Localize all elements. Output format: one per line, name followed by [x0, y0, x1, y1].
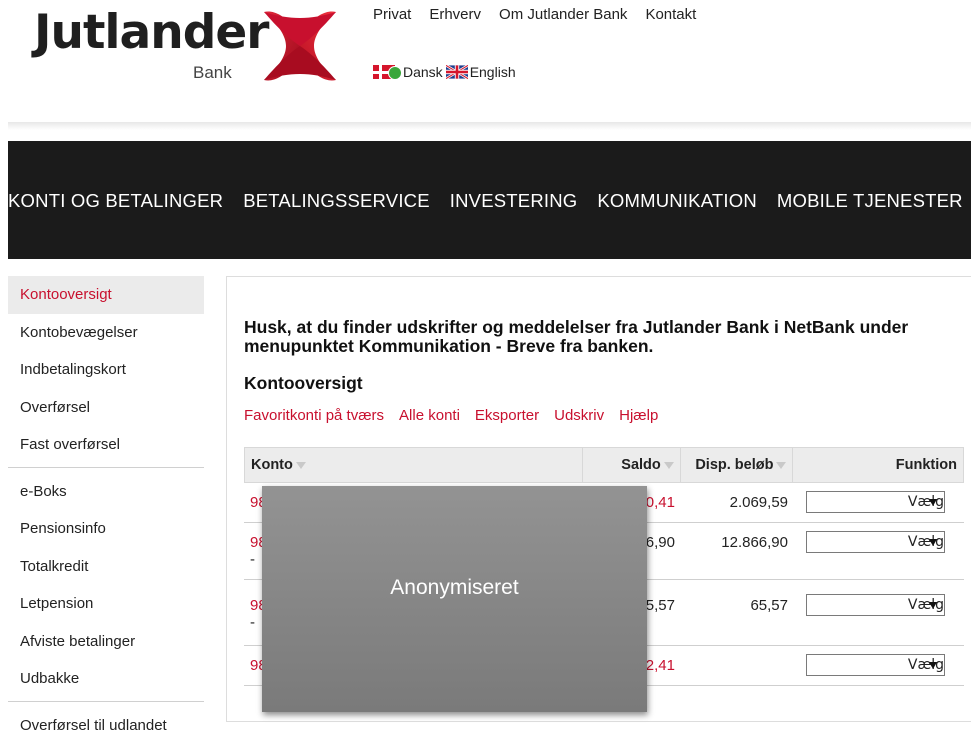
sidebar-item-letpension[interactable]: Letpension [8, 585, 204, 623]
sidebar-item-kontooversigt[interactable]: Kontooversigt [8, 276, 204, 314]
column-header-disp-beloeb[interactable]: Disp. beløb [681, 448, 794, 482]
topnav-privat[interactable]: Privat [373, 6, 411, 23]
notice-text: Husk, at du finder udskrifter og meddele… [244, 317, 909, 356]
sidebar-item-kontobevaegelser[interactable]: Kontobevægelser [8, 314, 204, 352]
mainnav-mobile-tjenester[interactable]: MOBILE TJENESTER [777, 190, 963, 212]
function-cell: Vælg [794, 580, 964, 645]
sidebar-item-fast-overfoersel[interactable]: Fast overførsel [8, 426, 204, 464]
mainnav-betalingsservice[interactable]: BETALINGSSERVICE [243, 190, 430, 212]
column-header-funktion: Funktion [895, 457, 958, 473]
topnav-om-jutlander-bank[interactable]: Om Jutlander Bank [499, 6, 627, 23]
sidebar-item-overfoersel-til-udlandet[interactable]: Overførsel til udlandet [8, 707, 204, 730]
action-udskriv-link[interactable]: Udskriv [554, 407, 604, 424]
mainnav-konti-og-betalinger[interactable]: KONTI OG BETALINGER [8, 190, 223, 212]
function-select[interactable]: Vælg [806, 531, 945, 553]
language-dansk[interactable]: Dansk [403, 64, 443, 80]
flag-uk-icon [445, 65, 468, 79]
sidebar-item-udbakke[interactable]: Udbakke [8, 660, 204, 698]
main-navigation: KONTI OG BETALINGER BETALINGSSERVICE INV… [8, 141, 971, 259]
mainnav-investering[interactable]: INVESTERING [450, 190, 578, 212]
sidebar-item-indbetalingskort[interactable]: Indbetalingskort [8, 351, 204, 389]
topnav-kontakt[interactable]: Kontakt [645, 6, 696, 23]
top-navigation: Privat Erhverv Om Jutlander Bank Kontakt [373, 6, 696, 23]
mainnav-kommunikation[interactable]: KOMMUNIKATION [597, 190, 757, 212]
sidebar-item-overfoersel[interactable]: Overførsel [8, 389, 204, 427]
disp-value: 12.866,90 [721, 534, 788, 551]
jutlander-bank-logo[interactable]: Jutlander Bank [34, 5, 336, 87]
header-divider [8, 122, 971, 130]
table-header: Konto Saldo Disp. beløb Funktion [244, 447, 964, 483]
function-cell: Vælg [794, 646, 964, 685]
action-favoritkonti-link[interactable]: Favoritkonti på tværs [244, 407, 384, 424]
sort-arrow-icon [663, 461, 674, 469]
action-hjaelp-link[interactable]: Hjælp [619, 407, 658, 424]
column-header-saldo[interactable]: Saldo [583, 448, 681, 482]
function-cell: Vælg [794, 523, 964, 579]
sidebar: Kontooversigt Kontobevægelser Indbetalin… [8, 276, 204, 730]
action-eksporter-link[interactable]: Eksporter [475, 407, 539, 424]
sidebar-item-pensionsinfo[interactable]: Pensionsinfo [8, 510, 204, 548]
disp-value: 65,57 [750, 597, 788, 614]
disp-value: 2.069,59 [729, 494, 788, 511]
sidebar-item-afviste-betalinger[interactable]: Afviste betalinger [8, 623, 204, 661]
topnav-erhverv[interactable]: Erhverv [429, 6, 481, 23]
action-alle-konti-link[interactable]: Alle konti [399, 407, 460, 424]
function-select[interactable]: Vælg [806, 491, 945, 513]
sidebar-item-e-boks[interactable]: e-Boks [8, 473, 204, 511]
sort-arrow-icon [295, 461, 306, 469]
language-selector: Dansk English [373, 64, 519, 80]
anonymized-overlay: Anonymiseret [262, 486, 647, 712]
disp-value [681, 646, 794, 685]
function-select[interactable]: Vælg [806, 594, 945, 616]
function-cell: Vælg [794, 483, 964, 522]
page-title: Kontooversigt [244, 373, 363, 393]
logo-wordmark: Jutlander [34, 5, 269, 60]
language-english[interactable]: English [470, 64, 516, 80]
account-actions: Favoritkonti på tværs Alle konti Eksport… [244, 407, 658, 424]
sidebar-divider [8, 466, 204, 468]
sidebar-divider [8, 700, 204, 702]
function-select[interactable]: Vælg [806, 654, 945, 676]
logo-subtext: Bank [193, 63, 232, 82]
checkmark-icon [388, 66, 402, 80]
sort-arrow-icon [776, 461, 787, 469]
column-header-konto[interactable]: Konto [245, 448, 584, 482]
jutlander-x-logo-icon [264, 11, 336, 81]
sidebar-item-totalkredit[interactable]: Totalkredit [8, 548, 204, 586]
